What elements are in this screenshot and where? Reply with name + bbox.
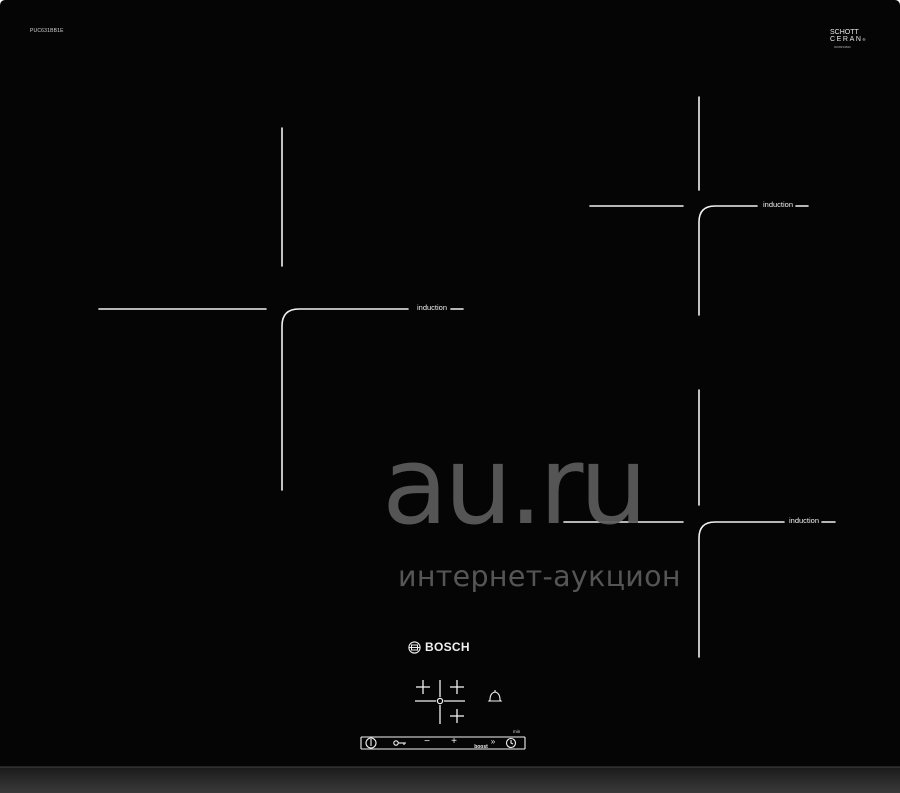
schott-text: SCHOTT bbox=[830, 29, 859, 36]
glass-serial: 0008934B2F bbox=[834, 45, 852, 49]
clock-button[interactable] bbox=[505, 737, 519, 749]
zone-left-label: induction bbox=[417, 303, 448, 312]
watermark-main: au.ru bbox=[382, 424, 648, 549]
induction-hob: PUC631BB1E SCHOTT CERAN® 0008934B2F indu… bbox=[0, 0, 900, 793]
glass-front-edge bbox=[0, 767, 900, 793]
hob-glass-surface bbox=[0, 0, 900, 793]
brand-name: BOSCH bbox=[425, 640, 470, 654]
minus-button[interactable]: − bbox=[421, 735, 433, 749]
zone-top-right-label: induction bbox=[763, 200, 794, 209]
bosch-logo: BOSCH bbox=[408, 640, 470, 654]
min-label: min bbox=[513, 729, 521, 734]
bosch-armature-icon bbox=[408, 640, 421, 654]
ceran-text: CERAN® bbox=[830, 36, 868, 43]
model-number: PUC631BB1E bbox=[30, 28, 64, 34]
lock-button[interactable] bbox=[390, 737, 410, 749]
watermark-sub: интернет-аукцион bbox=[398, 560, 681, 593]
boost-chevron-icon: » bbox=[490, 737, 496, 746]
power-button[interactable] bbox=[364, 737, 379, 749]
timer-bell-button[interactable] bbox=[487, 688, 503, 704]
schott-ceran-logo: SCHOTT CERAN® 0008934B2F bbox=[830, 29, 867, 51]
plus-button[interactable]: + bbox=[448, 735, 460, 749]
zone-select-controls[interactable] bbox=[414, 678, 466, 726]
zone-bottom-right-label: induction bbox=[789, 516, 820, 525]
glass-panel bbox=[0, 0, 900, 793]
